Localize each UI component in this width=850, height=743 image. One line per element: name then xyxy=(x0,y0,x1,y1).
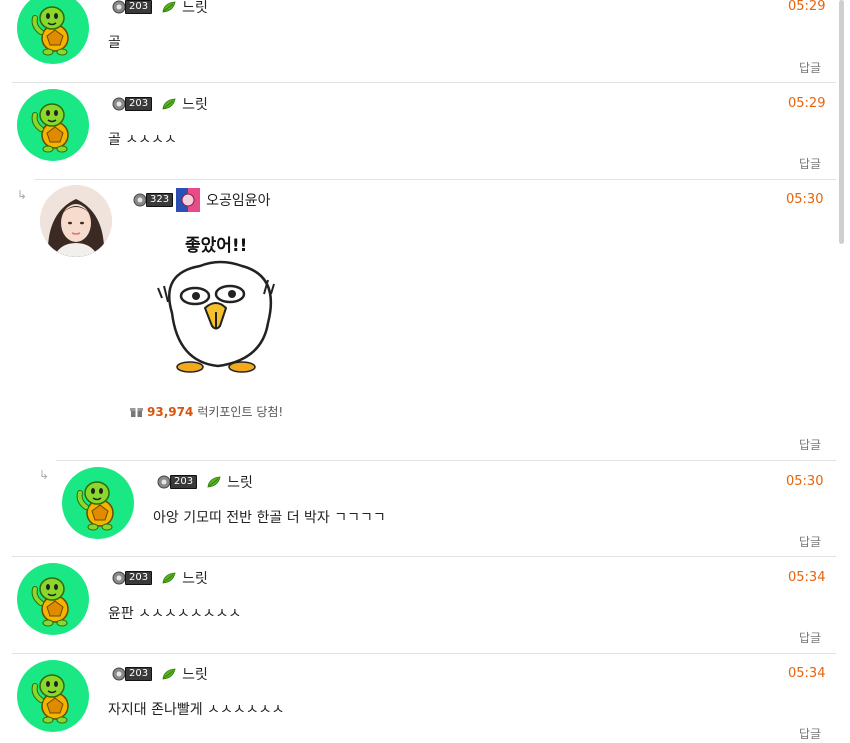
comment-time: 05:29 xyxy=(788,96,826,111)
user-avatar[interactable] xyxy=(17,563,89,635)
gear-icon xyxy=(112,571,126,585)
lucky-label: 럭키포인트 당첨! xyxy=(197,405,284,419)
comment-meta: 203 느릿 xyxy=(112,568,208,588)
level-number: 203 xyxy=(170,475,198,489)
user-avatar[interactable] xyxy=(62,467,134,539)
turtle-avatar-icon xyxy=(17,660,89,732)
nickname[interactable]: 느릿 xyxy=(182,664,208,684)
comment-item: 203 느릿 05:29 골 ㅅㅅㅅㅅ 답글 xyxy=(0,83,836,179)
comment-thread: 203 느릿 05:29 골 답글 203 느릿 05:29 골 ㅅㅅㅅㅅ 답글… xyxy=(0,0,836,743)
level-badge: 323 xyxy=(133,193,174,207)
comment-meta: 203 느릿 xyxy=(157,472,253,492)
level-badge: 203 xyxy=(112,0,153,14)
lucky-points: 93,974 xyxy=(147,404,194,419)
comment-text: 자지대 존나빨게 ㅅㅅㅅㅅㅅㅅ xyxy=(108,702,285,718)
user-avatar[interactable] xyxy=(17,660,89,732)
reply-button[interactable]: 답글 xyxy=(799,59,821,76)
level-number: 203 xyxy=(125,0,153,14)
comment-meta: 203 느릿 xyxy=(112,94,208,114)
turtle-avatar-icon xyxy=(17,563,89,635)
user-avatar-photo[interactable] xyxy=(40,185,112,257)
portrait-image xyxy=(40,185,112,257)
lucky-point-notice: 93,974 럭키포인트 당첨! xyxy=(130,403,283,420)
leaf-icon xyxy=(162,98,176,110)
gear-icon xyxy=(112,667,126,681)
level-badge: 203 xyxy=(112,571,153,585)
comment-time: 05:30 xyxy=(786,192,824,207)
leaf-icon xyxy=(207,476,221,488)
level-number: 203 xyxy=(125,571,153,585)
reply-comment-item: ↳ 323 오공임윤아 05:30 좋았어!! 93,974 럭키포인트 당첨!… xyxy=(0,180,836,460)
duck-icon xyxy=(157,260,275,373)
reply-comment-item: ↳ 203 느릿 05:30 아앙 기모띠 전반 한골 더 박자 ㄱㄱㄱㄱ 답글 xyxy=(0,461,836,556)
comment-item: 203 느릿 05:29 골 답글 xyxy=(0,0,836,82)
turtle-avatar-icon xyxy=(17,0,89,64)
turtle-avatar-icon xyxy=(17,89,89,161)
gear-icon xyxy=(112,97,126,111)
reply-arrow-icon: ↳ xyxy=(17,188,28,202)
reply-button[interactable]: 답글 xyxy=(799,629,821,646)
comment-text: 골 ㅅㅅㅅㅅ xyxy=(108,132,177,148)
nickname[interactable]: 느릿 xyxy=(182,94,208,114)
level-number: 323 xyxy=(146,193,174,207)
user-avatar[interactable] xyxy=(17,89,89,161)
level-number: 203 xyxy=(125,97,153,111)
nickname[interactable]: 느릿 xyxy=(182,568,208,588)
comment-meta: 323 오공임윤아 xyxy=(133,188,271,212)
comment-text: 골 xyxy=(108,35,121,51)
reply-button[interactable]: 답글 xyxy=(799,155,821,172)
scrollbar-thumb[interactable] xyxy=(839,0,844,244)
reply-arrow-icon: ↳ xyxy=(39,468,50,482)
comment-item: 203 느릿 05:34 자지대 존나빨게 ㅅㅅㅅㅅㅅㅅ 답글 xyxy=(0,654,836,743)
team-flag-icon xyxy=(176,188,201,212)
duck-sticker: 좋았어!! xyxy=(150,228,290,378)
reply-button[interactable]: 답글 xyxy=(799,533,821,550)
gear-icon xyxy=(157,475,171,489)
comment-item: 203 느릿 05:34 윤판 ㅅㅅㅅㅅㅅㅅㅅㅅ 답글 xyxy=(0,557,836,653)
level-badge: 203 xyxy=(157,475,198,489)
comment-time: 05:30 xyxy=(786,474,824,489)
reply-button[interactable]: 답글 xyxy=(799,725,821,742)
level-badge: 203 xyxy=(112,667,153,681)
comment-time: 05:29 xyxy=(788,0,826,14)
turtle-avatar-icon xyxy=(62,467,134,539)
leaf-icon xyxy=(162,668,176,680)
gift-icon xyxy=(130,407,143,417)
reply-button[interactable]: 답글 xyxy=(799,436,821,453)
comment-text: 아앙 기모띠 전반 한골 더 박자 ㄱㄱㄱㄱ xyxy=(153,510,386,526)
nickname[interactable]: 오공임윤아 xyxy=(206,190,270,210)
level-badge: 203 xyxy=(112,97,153,111)
nickname[interactable]: 느릿 xyxy=(182,0,208,17)
leaf-icon xyxy=(162,1,176,13)
comment-time: 05:34 xyxy=(788,666,826,681)
comment-meta: 203 느릿 xyxy=(112,0,208,17)
comment-text: 윤판 ㅅㅅㅅㅅㅅㅅㅅㅅ xyxy=(108,606,242,622)
gear-icon xyxy=(112,0,126,14)
user-avatar[interactable] xyxy=(17,0,89,64)
comment-time: 05:34 xyxy=(788,570,826,585)
nickname[interactable]: 느릿 xyxy=(227,472,253,492)
level-number: 203 xyxy=(125,667,153,681)
gear-icon xyxy=(133,193,147,207)
leaf-icon xyxy=(162,572,176,584)
comment-meta: 203 느릿 xyxy=(112,664,208,684)
